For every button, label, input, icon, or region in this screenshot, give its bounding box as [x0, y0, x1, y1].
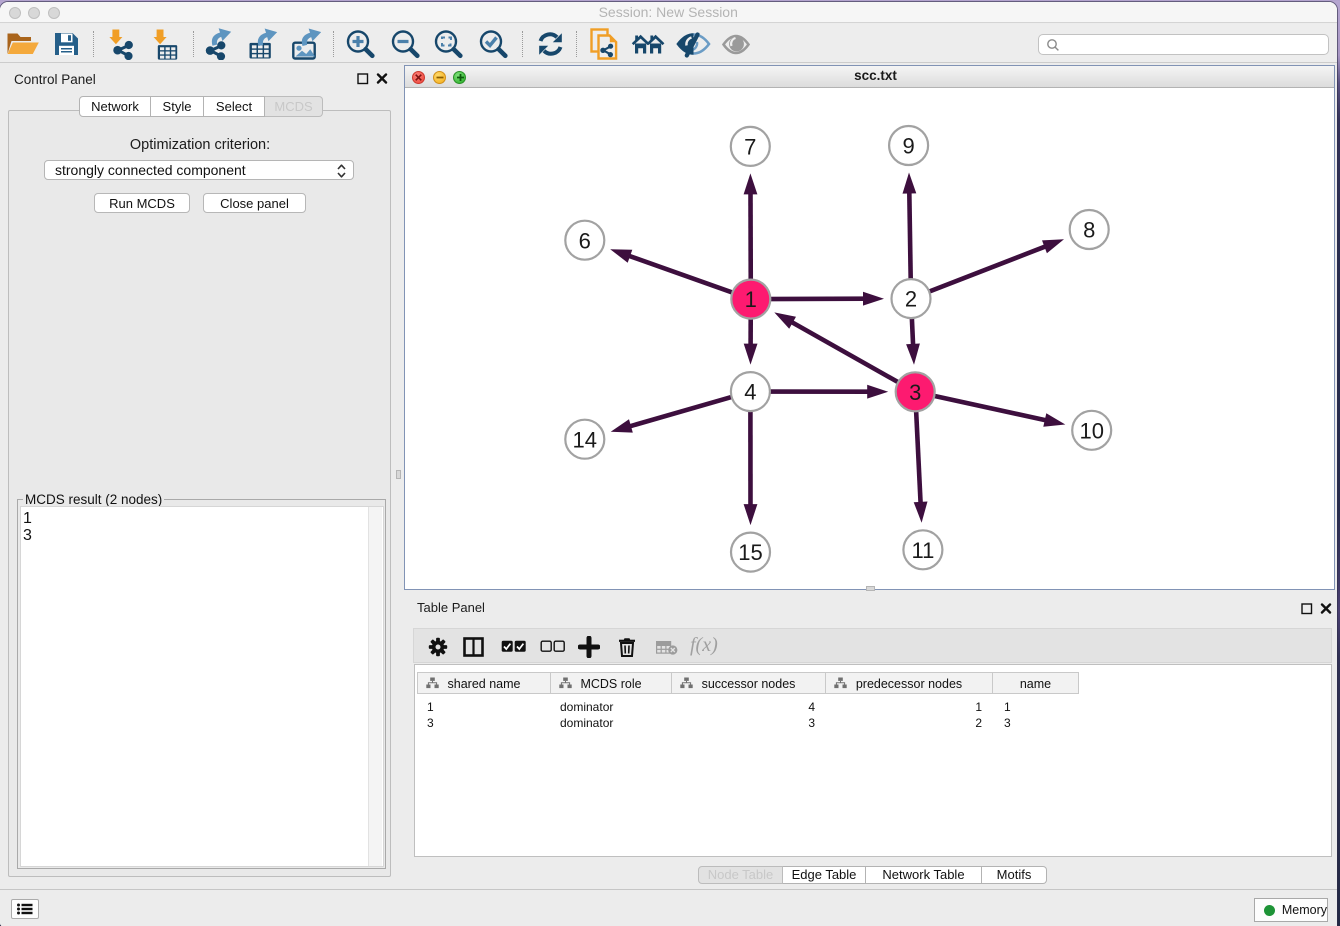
svg-text:2: 2: [905, 287, 917, 312]
svg-text:9: 9: [902, 134, 914, 159]
svg-text:3: 3: [909, 380, 921, 405]
svg-text:11: 11: [911, 538, 934, 563]
svg-text:7: 7: [744, 135, 756, 160]
svg-text:15: 15: [738, 540, 762, 565]
svg-text:14: 14: [573, 427, 597, 452]
svg-text:6: 6: [579, 228, 591, 253]
svg-text:4: 4: [744, 380, 756, 405]
svg-text:10: 10: [1079, 418, 1103, 443]
svg-text:8: 8: [1083, 218, 1095, 243]
svg-text:1: 1: [745, 287, 757, 312]
